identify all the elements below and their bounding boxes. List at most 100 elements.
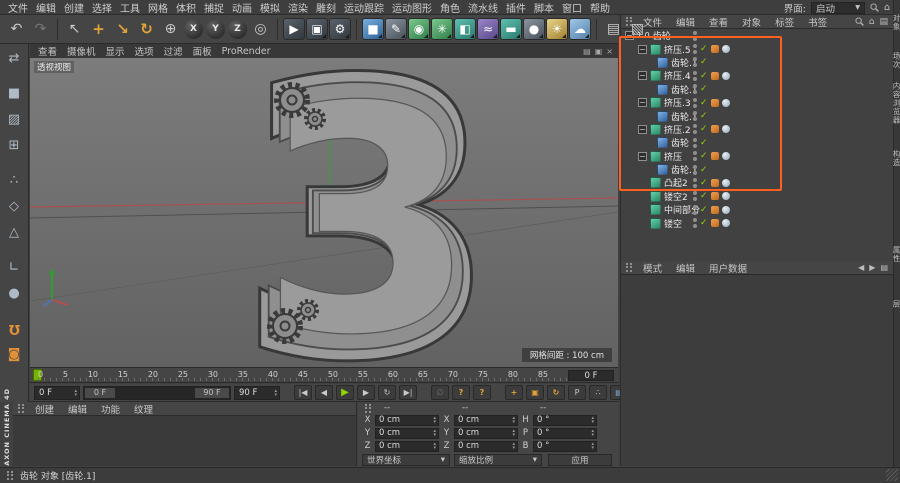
stepper-icon[interactable]: ▴ ▾ <box>512 416 515 425</box>
history-back-icon[interactable]: ◀ <box>858 263 864 272</box>
tree-row-spline[interactable]: 齿轮.1 ✓ <box>621 83 893 96</box>
enabled-check-icon[interactable]: ✓ <box>700 57 708 67</box>
enabled-check-icon[interactable]: ✓ <box>700 218 708 228</box>
x-axis-lock-icon[interactable]: X <box>184 19 203 39</box>
tree-row-object[interactable]: 镂空2 ✓ <box>621 190 893 203</box>
om-menu-tags[interactable]: 标签 <box>769 15 800 29</box>
interface-select[interactable]: 启动 ▾ <box>810 1 865 14</box>
menu-plugins[interactable]: 插件 <box>502 0 530 15</box>
subdivision-surface-button[interactable]: ◉ <box>408 18 430 40</box>
tree-row-spline[interactable]: 齿轮.1 ✓ <box>621 56 893 69</box>
polygons-mode-icon[interactable]: △ <box>3 221 26 244</box>
undo-icon[interactable]: ↶ <box>5 18 28 41</box>
key-rotation-button[interactable]: ↻ <box>547 385 565 400</box>
record-disabled-icon[interactable]: ∅ <box>431 385 449 400</box>
generator-button[interactable]: ✳ <box>431 18 453 40</box>
search-icon[interactable] <box>870 3 879 12</box>
menu-mesh[interactable]: 网格 <box>144 0 172 15</box>
enabled-check-icon[interactable]: ✓ <box>700 124 708 134</box>
enabled-check-icon[interactable]: ✓ <box>700 111 708 121</box>
redo-icon[interactable]: ↷ <box>29 18 52 41</box>
size-y-field[interactable]: 0 cm ▴ ▾ <box>454 427 518 439</box>
pen-spline-button[interactable]: ✎ <box>385 18 407 40</box>
tree-row-object[interactable]: 凸起2 ✓ <box>621 176 893 189</box>
stepper-icon[interactable]: ▴ ▾ <box>433 442 436 451</box>
home-icon[interactable]: ⌂ <box>869 17 875 27</box>
om-menu-view[interactable]: 查看 <box>703 15 734 29</box>
cube-primitive-button[interactable]: ■ <box>362 18 384 40</box>
menu-simulate[interactable]: 模拟 <box>256 0 284 15</box>
material-menu-texture[interactable]: 纹理 <box>128 402 159 416</box>
visibility-dots[interactable] <box>693 70 697 81</box>
attribute-manager-body[interactable] <box>621 275 893 466</box>
material-menu-edit[interactable]: 编辑 <box>62 402 93 416</box>
collapse-toggle[interactable]: − <box>638 151 647 161</box>
visibility-dots[interactable] <box>693 57 697 68</box>
texture-tag-icon[interactable] <box>710 219 719 228</box>
size-column-header[interactable]: -- <box>452 403 530 413</box>
tree-row-spline[interactable]: 齿轮.1 ✓ <box>621 109 893 123</box>
key-position-button[interactable]: + <box>505 385 523 400</box>
panel-grip[interactable] <box>626 263 632 272</box>
range-start-handle[interactable]: 0 F <box>85 387 115 398</box>
deformer-button[interactable]: ≈ <box>477 18 499 40</box>
om-menu-edit[interactable]: 编辑 <box>670 15 701 29</box>
menu-select[interactable]: 选择 <box>88 0 116 15</box>
stepper-icon[interactable]: ▴ ▾ <box>433 416 436 425</box>
sky-button[interactable]: ☁ <box>569 18 591 40</box>
size-z-field[interactable]: 0 cm ▴ ▾ <box>454 440 518 452</box>
light-button[interactable]: ☀ <box>546 18 568 40</box>
visibility-dots[interactable] <box>693 218 697 229</box>
menu-motion-tracker[interactable]: 运动跟踪 <box>340 0 388 15</box>
scale-tool-icon[interactable]: ↘ <box>111 18 134 41</box>
phong-tag-icon[interactable] <box>721 219 730 228</box>
key-pla-button[interactable]: ∴ <box>589 385 607 400</box>
enabled-check-icon[interactable]: ✓ <box>700 71 708 81</box>
side-tab-structure[interactable]: 构造 <box>892 150 900 167</box>
position-column-header[interactable]: -- <box>374 403 452 413</box>
menu-sculpt[interactable]: 雕刻 <box>312 0 340 15</box>
visibility-dots[interactable] <box>693 137 697 148</box>
menu-render[interactable]: 渲染 <box>284 0 312 15</box>
stepper-icon[interactable]: ▴ ▾ <box>591 442 594 451</box>
stepper-icon[interactable]: ▴ ▾ <box>74 388 77 397</box>
axis-mode-icon[interactable]: ∟ <box>3 256 26 279</box>
tree-row-object[interactable]: 中间部分 ✓ <box>621 203 893 216</box>
play-button[interactable]: ▶ <box>336 385 354 400</box>
move-tool-icon[interactable]: + <box>87 18 110 41</box>
visibility-dots[interactable] <box>693 44 697 55</box>
render-view-button[interactable]: ▶ <box>283 18 305 40</box>
key-parameter-button[interactable]: P <box>568 385 586 400</box>
phong-tag-icon[interactable] <box>721 192 730 201</box>
goto-end-button[interactable]: ▶| <box>399 385 417 400</box>
stepper-icon[interactable]: ▴ ▾ <box>512 442 515 451</box>
range-end-handle[interactable]: 90 F <box>195 387 229 398</box>
visibility-dots[interactable] <box>693 111 697 122</box>
current-frame-field[interactable]: 0 F ▴ ▾ <box>34 385 80 400</box>
tree-row-root[interactable]: − 1.0 齿轮 <box>621 29 893 42</box>
keyframe-selection-icon[interactable]: ? <box>473 385 491 400</box>
vp-menu-view[interactable]: 查看 <box>33 44 62 58</box>
texture-tag-icon[interactable] <box>710 192 719 201</box>
visibility-dots[interactable] <box>693 124 697 135</box>
texture-tag-icon[interactable] <box>710 98 719 107</box>
phong-tag-icon[interactable] <box>721 205 730 214</box>
texture-mode-icon[interactable]: ▨ <box>3 108 26 131</box>
panel-icon[interactable]: ▤ <box>879 17 888 27</box>
enabled-check-icon[interactable]: ✓ <box>700 44 708 54</box>
tree-row-extrude[interactable]: − 挤压.4 ✓ <box>621 69 893 82</box>
texture-tag-icon[interactable] <box>710 205 719 214</box>
model-mode-icon[interactable]: ■ <box>3 82 26 105</box>
phong-tag-icon[interactable] <box>721 71 730 80</box>
loop-button[interactable]: ↻ <box>378 385 396 400</box>
menu-create[interactable]: 创建 <box>60 0 88 15</box>
timeline-ruler[interactable]: 0 5 10 15 20 25 30 35 40 45 50 55 60 65 … <box>30 368 618 383</box>
coordinate-system-icon[interactable]: ◎ <box>249 18 272 41</box>
boole-button[interactable]: ◧ <box>454 18 476 40</box>
stepper-icon[interactable]: ▴ ▾ <box>591 416 594 425</box>
vp-menu-filter[interactable]: 过滤 <box>159 44 188 58</box>
vp-menu-prorender[interactable]: ProRender <box>217 46 276 57</box>
search-icon[interactable] <box>855 17 864 26</box>
side-tab-layers[interactable]: 层 <box>892 300 900 309</box>
texture-tag-icon[interactable] <box>710 178 719 187</box>
